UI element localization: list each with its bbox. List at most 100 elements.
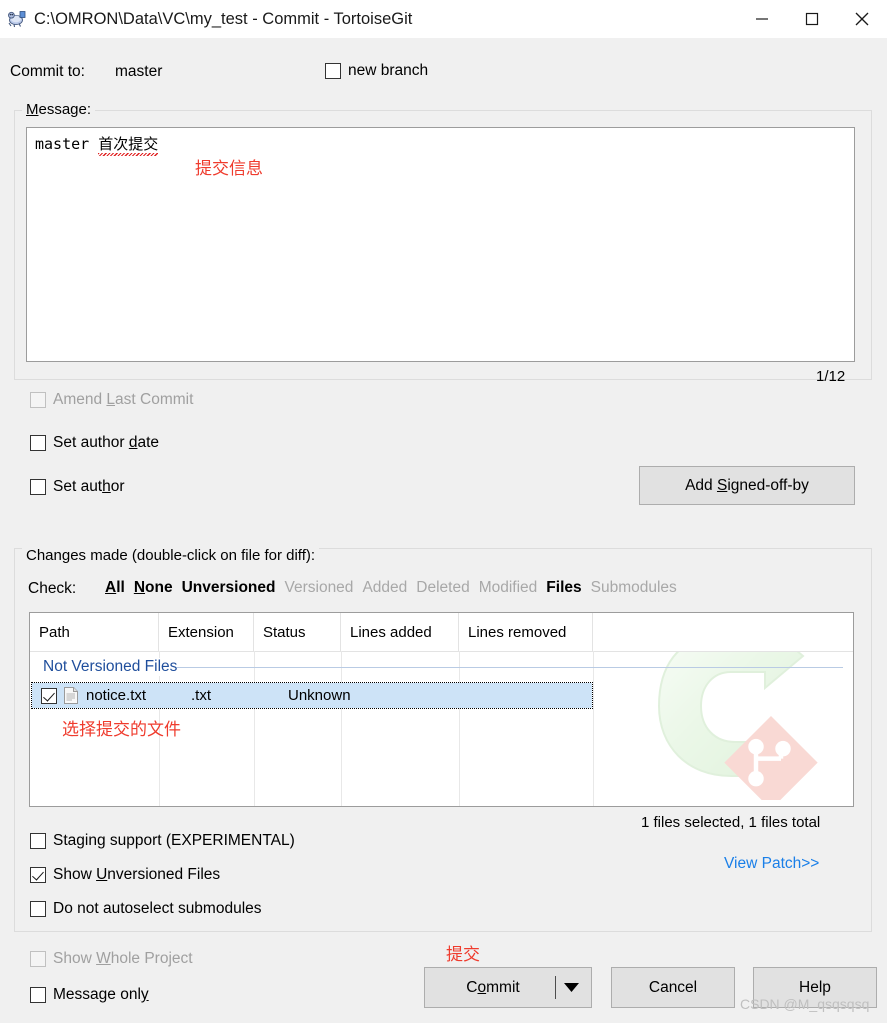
commit-to-label: Commit to:: [10, 63, 85, 80]
csdn-watermark: CSDN @M_qsqsqsq: [740, 996, 870, 1012]
message-legend-accel: M: [26, 101, 39, 118]
staging-support-row[interactable]: Staging support (EXPERIMENTAL): [30, 832, 295, 850]
amend-label-pre: Amend: [53, 391, 107, 408]
message-misspelled-part: 首次提交: [98, 135, 159, 156]
show-unv-accel: U: [96, 866, 108, 883]
message-counter: 1/12: [816, 368, 846, 385]
check-link-modified: Modified: [478, 579, 538, 596]
close-icon[interactable]: [837, 0, 887, 38]
signed-off-label: Add Signed-off-by: [685, 477, 809, 495]
amend-label-accel: L: [106, 391, 116, 408]
signed-off-post: igned-off-by: [727, 476, 809, 494]
column-header-spacer: [593, 613, 853, 651]
minimize-icon[interactable]: [737, 0, 787, 38]
maximize-icon[interactable]: [787, 0, 837, 38]
message-legend-rest: essage:: [38, 101, 92, 118]
check-link-added: Added: [362, 579, 408, 596]
column-header-lines-removed[interactable]: Lines removed: [459, 613, 593, 651]
msgonly-pre: Message onl: [53, 986, 141, 1003]
changes-group-legend: Changes made (double-click on file for d…: [22, 547, 320, 564]
commit-post: mmit: [486, 978, 520, 996]
file-row-path: notice.txt: [86, 687, 147, 704]
show-unversioned-checkbox[interactable]: [30, 867, 46, 883]
set-author-date-row[interactable]: Set author date: [30, 434, 159, 452]
show-unversioned-row[interactable]: Show Unversioned Files: [30, 866, 220, 884]
show-whole-project-checkbox[interactable]: [30, 951, 46, 967]
commit-pre: C: [466, 978, 478, 996]
commit-accel: o: [477, 978, 487, 996]
tortoisegit-icon: [7, 9, 27, 29]
file-row-extension: .txt: [191, 687, 212, 704]
staging-support-checkbox[interactable]: [30, 833, 46, 849]
amend-last-commit-label: Amend Last Commit: [53, 391, 193, 409]
author-date-pre: Set author: [53, 434, 129, 451]
window-controls: [737, 0, 887, 38]
changes-file-list[interactable]: Path Extension Status Lines added Lines …: [29, 612, 854, 807]
check-link-deleted: Deleted: [416, 579, 470, 596]
signed-off-accel: S: [716, 476, 728, 494]
swp-post: hole Project: [110, 950, 193, 967]
cancel-button[interactable]: Cancel: [611, 967, 735, 1008]
check-label: Check:: [28, 580, 77, 597]
file-row-status: Unknown: [288, 687, 351, 704]
set-author-checkbox[interactable]: [30, 479, 46, 495]
commit-message-text: master 首次提交: [35, 135, 159, 156]
check-link-submodules: Submodules: [590, 579, 677, 596]
message-only-checkbox[interactable]: [30, 987, 46, 1003]
message-annotation: 提交信息: [195, 159, 263, 178]
show-whole-project-row[interactable]: Show Whole Project: [30, 950, 193, 968]
check-link-unversioned[interactable]: Unversioned: [182, 579, 276, 597]
signed-off-pre: Add: [685, 476, 717, 494]
file-list-header: Path Extension Status Lines added Lines …: [30, 613, 853, 652]
swp-pre: Show: [53, 950, 97, 967]
commit-button-label: Commit: [466, 979, 519, 997]
show-unv-pre: Show: [53, 866, 97, 883]
set-author-label: Set author: [53, 478, 125, 496]
new-branch-checkbox-row[interactable]: new branch: [325, 62, 428, 80]
help-button-label: Help: [799, 978, 831, 996]
table-row[interactable]: notice.txt .txt Unknown: [31, 682, 593, 709]
set-author-date-checkbox[interactable]: [30, 435, 46, 451]
amend-last-commit-checkbox[interactable]: [30, 392, 46, 408]
set-author-date-label: Set author date: [53, 434, 159, 452]
author-pre: Set aut: [53, 478, 103, 495]
show-whole-project-label: Show Whole Project: [53, 950, 193, 968]
files-summary: 1 files selected, 1 files total: [641, 814, 821, 831]
set-author-row[interactable]: Set author: [30, 478, 125, 496]
check-link-all[interactable]: All: [105, 579, 125, 597]
column-header-status[interactable]: Status: [254, 613, 341, 651]
cancel-button-label: Cancel: [648, 978, 698, 996]
commit-button[interactable]: Commit: [424, 967, 592, 1008]
message-plain-part: master: [35, 135, 99, 153]
no-autoselect-submodules-label: Do not autoselect submodules: [53, 900, 262, 917]
file-row-checkbox[interactable]: [41, 687, 57, 704]
check-link-versioned: Versioned: [284, 579, 354, 596]
commit-to-branch: master: [115, 63, 163, 80]
file-group-header: Not Versioned Files: [30, 653, 853, 681]
no-autoselect-submodules-checkbox[interactable]: [30, 901, 46, 917]
check-link-files[interactable]: Files: [546, 579, 581, 597]
column-header-path[interactable]: Path: [30, 613, 159, 651]
column-header-extension[interactable]: Extension: [159, 613, 254, 651]
window-title: C:\OMRON\Data\VC\my_test - Commit - Tort…: [34, 9, 413, 28]
commit-message-input[interactable]: master 首次提交: [26, 127, 855, 362]
add-signed-off-by-button[interactable]: Add Signed-off-by: [639, 466, 855, 505]
staging-support-label: Staging support (EXPERIMENTAL): [53, 832, 295, 849]
check-links: All None Unversioned Versioned Added Del…: [105, 579, 677, 597]
file-group-header-label: Not Versioned Files: [30, 658, 178, 676]
commit-annotation: 提交: [446, 945, 480, 964]
amend-label-post: ast Commit: [115, 391, 194, 408]
commit-split-separator: [555, 976, 556, 999]
text-file-icon: [64, 687, 78, 704]
chevron-down-icon[interactable]: [564, 979, 579, 997]
amend-last-commit-row[interactable]: Amend Last Commit: [30, 391, 193, 409]
check-link-none[interactable]: None: [134, 579, 173, 597]
message-only-row[interactable]: Message only: [30, 986, 149, 1004]
new-branch-checkbox[interactable]: [325, 63, 341, 79]
msgonly-accel: y: [140, 986, 149, 1003]
view-patch-link[interactable]: View Patch>>: [724, 855, 819, 873]
title-bar: C:\OMRON\Data\VC\my_test - Commit - Tort…: [0, 0, 887, 38]
column-header-lines-added[interactable]: Lines added: [341, 613, 459, 651]
no-autoselect-submodules-row[interactable]: Do not autoselect submodules: [30, 900, 262, 918]
message-group-legend: Message:: [22, 101, 96, 118]
